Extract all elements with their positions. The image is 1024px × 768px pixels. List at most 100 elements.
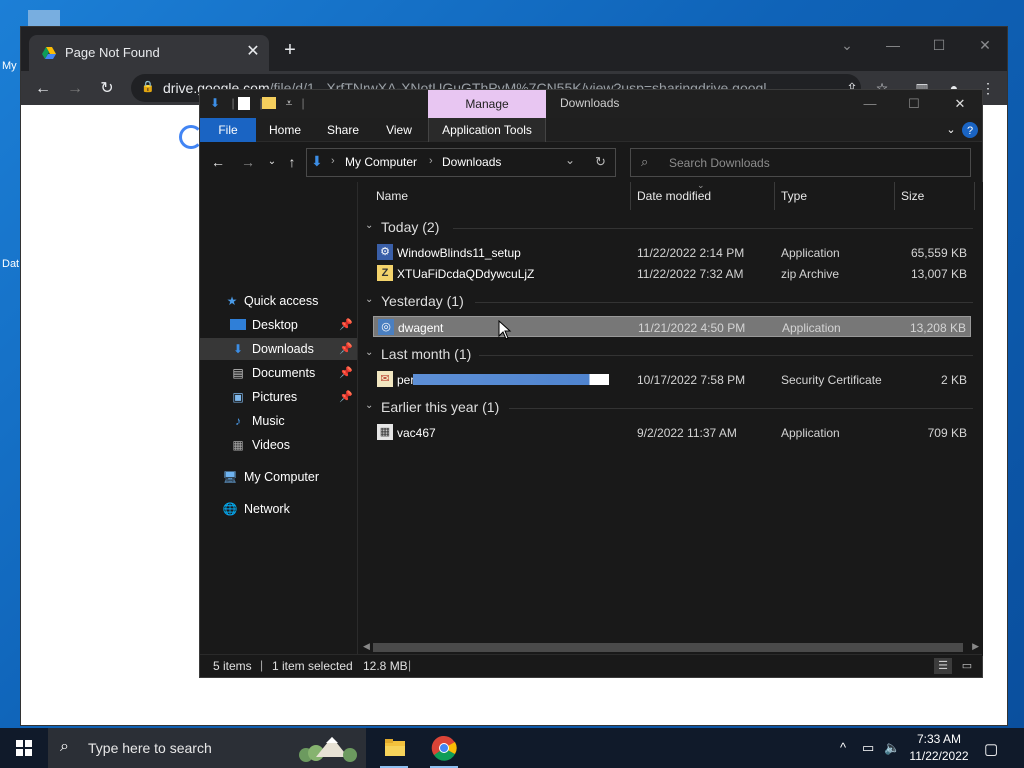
chrome-close-button[interactable]: ✕ xyxy=(973,33,997,57)
breadcrumb[interactable]: ⬇ › My Computer › Downloads ⌄ ↻ xyxy=(306,148,616,177)
group-header-earlier-this-year[interactable]: ⌄ Earlier this year (1) xyxy=(363,398,973,418)
back-arrow-icon[interactable]: ← xyxy=(208,152,228,172)
column-header-size[interactable]: Size xyxy=(901,182,973,210)
manage-contextual-tab[interactable]: Manage xyxy=(428,90,546,118)
installer-icon: ⚙ xyxy=(377,244,393,260)
downloads-arrow-icon: ⬇ xyxy=(232,342,244,356)
scroll-right-arrow-icon[interactable]: ▶ xyxy=(972,641,979,652)
search-downloads-box[interactable]: ⌕ xyxy=(630,148,971,177)
sidebar-item-videos[interactable]: ▦ Videos xyxy=(200,434,357,456)
navigation-pane: ★ Quick access Desktop 📌 ⬇ Downloads 📌 ▤… xyxy=(200,182,358,656)
reload-icon[interactable]: ↻ xyxy=(95,77,119,101)
taskbar: ⌕ Type here to search ^ ▭ 🔈 7:33 AM 11/2… xyxy=(0,728,1024,768)
file-row[interactable]: ▦ vac467 9/2/2022 11:37 AM Application 7… xyxy=(373,422,971,443)
sidebar-item-documents[interactable]: ▤ Documents 📌 xyxy=(200,362,357,384)
notifications-icon[interactable]: ▢ xyxy=(984,740,998,758)
group-collapse-chevron-icon[interactable]: ⌄ xyxy=(365,294,377,305)
new-tab-button[interactable]: + xyxy=(279,39,301,61)
tab-view[interactable]: View xyxy=(376,118,422,142)
file-date: 11/22/2022 2:14 PM xyxy=(637,246,745,260)
group-collapse-chevron-icon[interactable]: ⌄ xyxy=(365,220,377,231)
search-icon: ⌕ xyxy=(60,738,69,755)
forward-arrow-icon[interactable]: → xyxy=(63,77,87,101)
chrome-maximize-button[interactable]: ☐ xyxy=(927,33,951,57)
breadcrumb-my-computer[interactable]: My Computer xyxy=(345,155,417,169)
sidebar-item-quick-access[interactable]: ★ Quick access xyxy=(200,290,357,312)
column-header-date[interactable]: Date modified xyxy=(637,182,773,210)
volume-icon[interactable]: 🔈 xyxy=(884,740,900,756)
file-row[interactable]: ⚙ WindowBlinds11_setup 11/22/2022 2:14 P… xyxy=(373,242,971,263)
file-row[interactable]: ✉ per 10/17/2022 7:58 PM Security Certif… xyxy=(373,369,971,390)
group-header-last-month[interactable]: ⌄ Last month (1) xyxy=(363,345,973,365)
pin-icon[interactable]: 📌 xyxy=(339,318,353,331)
network-icon[interactable]: ▭ xyxy=(862,740,874,756)
scroll-left-arrow-icon[interactable]: ◀ xyxy=(363,641,370,652)
sidebar-item-music[interactable]: ♪ Music xyxy=(200,410,357,432)
selection-count: 1 item selected xyxy=(272,659,353,673)
sidebar-label: Documents xyxy=(252,366,316,380)
help-icon[interactable]: ? xyxy=(962,122,978,138)
new-folder-icon[interactable] xyxy=(262,97,276,109)
up-arrow-icon[interactable]: ↑ xyxy=(282,152,302,172)
search-highlight-illustration xyxy=(299,737,357,762)
taskbar-chrome[interactable] xyxy=(424,728,464,768)
back-arrow-icon[interactable]: ← xyxy=(31,77,55,101)
status-separator: | xyxy=(260,658,264,672)
sidebar-label: Quick access xyxy=(244,294,319,308)
explorer-minimize-button[interactable]: — xyxy=(858,92,882,116)
tab-file[interactable]: File xyxy=(200,118,256,142)
pin-icon[interactable]: 📌 xyxy=(339,390,353,403)
windows-start-icon[interactable] xyxy=(0,728,48,768)
sidebar-item-my-computer[interactable]: 🖥 My Computer xyxy=(200,466,357,488)
lock-icon[interactable]: 🔒 xyxy=(141,80,155,94)
column-header-name[interactable]: Name xyxy=(376,182,630,210)
tab-page-not-found[interactable]: Page Not Found ✕ xyxy=(29,35,269,71)
ribbon-tabs: File Home Share View Application Tools ⌄… xyxy=(200,118,982,142)
forward-arrow-icon[interactable]: → xyxy=(238,152,258,172)
column-divider[interactable] xyxy=(974,182,975,210)
tab-application-tools[interactable]: Application Tools xyxy=(428,118,546,142)
file-row[interactable]: Z XTUaFiDcdaQDdywcuLjZ 11/22/2022 7:32 A… xyxy=(373,263,971,284)
column-divider[interactable] xyxy=(630,182,631,210)
pin-icon[interactable]: 📌 xyxy=(339,342,353,355)
group-collapse-chevron-icon[interactable]: ⌄ xyxy=(365,347,377,358)
show-hidden-icons-chevron-icon[interactable]: ^ xyxy=(840,740,846,755)
tab-search-icon[interactable]: ⌄ xyxy=(835,33,859,57)
sidebar-item-network[interactable]: 🌐 Network xyxy=(200,498,357,520)
properties-checklist-icon[interactable] xyxy=(238,97,250,110)
file-name: XTUaFiDcdaQDdywcuLjZ xyxy=(397,267,535,281)
sidebar-label: Pictures xyxy=(252,390,298,404)
explorer-maximize-button[interactable]: ☐ xyxy=(902,92,926,116)
taskbar-search-box[interactable]: ⌕ Type here to search xyxy=(48,728,366,768)
tab-home[interactable]: Home xyxy=(262,118,308,142)
sidebar-item-desktop[interactable]: Desktop 📌 xyxy=(200,314,357,336)
taskbar-file-explorer[interactable] xyxy=(374,728,414,768)
quick-access-down-arrow-icon[interactable]: ⬇ xyxy=(206,94,224,112)
details-view-icon[interactable]: ☰ xyxy=(934,658,952,674)
chrome-minimize-button[interactable]: — xyxy=(881,33,905,57)
recent-locations-chevron-icon[interactable]: ⌄ xyxy=(262,152,282,172)
group-header-today[interactable]: ⌄ Today (2) xyxy=(363,218,973,238)
address-dropdown-icon[interactable]: ⌄ xyxy=(565,153,575,167)
tab-share[interactable]: Share xyxy=(318,118,368,142)
sidebar-item-downloads[interactable]: ⬇ Downloads 📌 xyxy=(200,338,357,360)
breadcrumb-downloads[interactable]: Downloads xyxy=(442,155,501,169)
large-icons-view-icon[interactable]: ▭ xyxy=(958,658,976,674)
explorer-titlebar: ⬇ | | ⩡ | Manage Downloads — ☐ ✕ xyxy=(200,90,982,118)
clock[interactable]: 7:33 AM 11/22/2022 xyxy=(903,731,975,765)
column-divider[interactable] xyxy=(774,182,775,210)
search-input[interactable] xyxy=(669,153,959,173)
pin-icon[interactable]: 📌 xyxy=(339,366,353,379)
group-collapse-chevron-icon[interactable]: ⌄ xyxy=(365,400,377,411)
explorer-close-button[interactable]: ✕ xyxy=(948,92,972,116)
refresh-icon[interactable]: ↻ xyxy=(595,154,606,170)
tab-close-icon[interactable]: ✕ xyxy=(243,42,263,62)
file-row-selected[interactable]: ◎ dwagent 11/21/2022 4:50 PM Application… xyxy=(373,316,971,337)
column-divider[interactable] xyxy=(894,182,895,210)
expand-ribbon-chevron-icon[interactable]: ⌄ xyxy=(942,121,960,139)
sidebar-label: Desktop xyxy=(252,318,298,332)
group-header-yesterday[interactable]: ⌄ Yesterday (1) xyxy=(363,292,973,312)
sidebar-item-pictures[interactable]: ▣ Pictures 📌 xyxy=(200,386,357,408)
column-header-type[interactable]: Type xyxy=(781,182,893,210)
scrollbar-thumb[interactable] xyxy=(373,643,963,652)
